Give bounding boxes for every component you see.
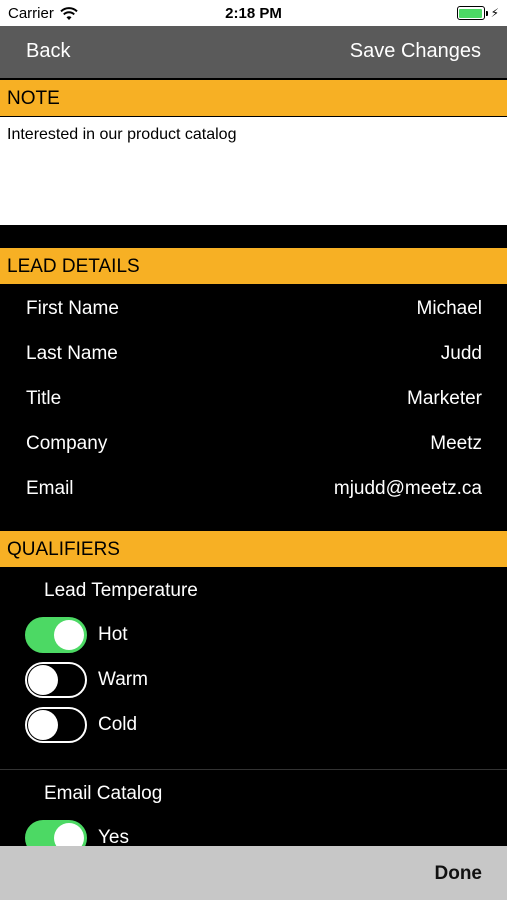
- toggle-row-cold: Cold: [25, 706, 137, 744]
- toggle-row-warm: Warm: [25, 661, 148, 699]
- nav-bar: Back Save Changes: [0, 26, 507, 78]
- toggle-knob: [28, 665, 58, 695]
- email-label: Email: [26, 478, 74, 499]
- keyboard-toolbar: Done: [0, 846, 507, 900]
- hot-label: Hot: [98, 624, 128, 645]
- email-row[interactable]: Email mjudd@meetz.ca: [0, 470, 507, 506]
- note-textarea[interactable]: Interested in our product catalog: [0, 117, 507, 225]
- last-name-label: Last Name: [26, 343, 118, 364]
- cold-toggle[interactable]: [25, 707, 87, 743]
- done-button[interactable]: Done: [435, 863, 483, 885]
- last-name-value: Judd: [440, 343, 482, 364]
- title-value: Marketer: [407, 388, 482, 409]
- section-divider: [0, 769, 507, 770]
- company-label: Company: [26, 433, 108, 454]
- warm-toggle[interactable]: [25, 662, 87, 698]
- status-bar: Carrier 2:18 PM ⚡: [0, 0, 507, 26]
- first-name-row[interactable]: First Name Michael: [0, 290, 507, 326]
- last-name-row[interactable]: Last Name Judd: [0, 335, 507, 371]
- warm-label: Warm: [98, 669, 148, 690]
- hot-toggle[interactable]: [25, 617, 87, 653]
- toggle-knob: [28, 710, 58, 740]
- qualifiers-header: QUALIFIERS: [0, 531, 507, 567]
- back-button[interactable]: Back: [26, 40, 70, 63]
- save-changes-button[interactable]: Save Changes: [350, 40, 481, 63]
- lead-details-header: LEAD DETAILS: [0, 248, 507, 284]
- clock: 2:18 PM: [225, 5, 282, 22]
- company-value: Meetz: [430, 433, 482, 454]
- toggle-row-hot: Hot: [25, 616, 128, 654]
- email-catalog-label: Email Catalog: [44, 783, 163, 804]
- battery-icon: ⚡: [456, 6, 499, 20]
- company-row[interactable]: Company Meetz: [0, 425, 507, 461]
- first-name-value: Michael: [416, 298, 482, 319]
- charging-icon: ⚡: [490, 6, 499, 20]
- lead-temperature-label: Lead Temperature: [44, 580, 198, 601]
- email-value: mjudd@meetz.ca: [333, 478, 482, 499]
- title-label: Title: [26, 388, 62, 409]
- toggle-knob: [54, 620, 84, 650]
- cold-label: Cold: [98, 714, 138, 735]
- note-header: NOTE: [0, 80, 507, 116]
- first-name-label: First Name: [26, 298, 119, 319]
- title-row[interactable]: Title Marketer: [0, 380, 507, 416]
